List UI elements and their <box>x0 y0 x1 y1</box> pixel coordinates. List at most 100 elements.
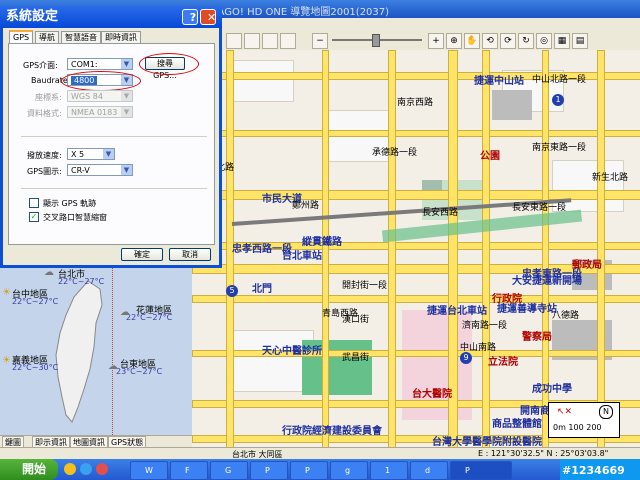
rotate-icon[interactable]: ⟲ <box>482 33 498 49</box>
quicklaunch-icon[interactable] <box>96 463 108 475</box>
label-tianxin: 天心中醫診所 <box>262 346 322 357</box>
intersection-checkbox[interactable]: ✓ <box>29 212 39 222</box>
zoom-box-icon[interactable]: ⊕ <box>446 33 462 49</box>
taskbar-item[interactable]: g <box>330 461 368 480</box>
road-h <box>192 350 640 357</box>
taskbar-item[interactable]: W <box>130 461 168 480</box>
coord-select[interactable]: WGS 84 ▼ <box>67 90 133 102</box>
taskbar-item[interactable]: P <box>290 461 328 480</box>
taskbar-item[interactable]: P <box>250 461 288 480</box>
quicklaunch-icon[interactable] <box>64 463 76 475</box>
gps-interface-value: COM1: <box>71 60 98 69</box>
weather-taichung-temp: 22°C~27°C <box>12 297 59 306</box>
weather-taipei-temp: 22°C~27°C <box>58 277 105 286</box>
chevron-down-icon: ▼ <box>121 107 132 117</box>
chevron-down-icon: ▼ <box>121 59 132 69</box>
label-zhengzhou: 鄭州路 <box>292 201 320 211</box>
intersection-checkbox-label: 交叉路口智慧縮窗 <box>43 213 107 222</box>
sun-icon: ☀ <box>2 287 11 298</box>
road-v <box>388 50 396 462</box>
chevron-down-icon: ▼ <box>121 165 132 175</box>
zoom-in-icon[interactable]: + <box>428 33 444 49</box>
label-gov-bldg: 行政院經濟建設委員會 <box>282 426 382 437</box>
pan-hand-icon[interactable]: ✋ <box>464 33 480 49</box>
system-tray[interactable]: #1234669 <box>560 459 640 480</box>
gps-display-select[interactable]: CR-V ▼ <box>67 164 133 176</box>
zoom-slider-thumb[interactable] <box>372 34 380 47</box>
cancel-button[interactable]: 取消 <box>169 248 211 261</box>
highlight-circle <box>139 53 199 75</box>
app-title: PAPAGO! HD ONE 導覽地圖2001(2037) <box>200 7 390 18</box>
grid-line <box>112 265 192 435</box>
label-jinan: 濟南路一段 <box>462 321 508 331</box>
toolbar-button-3[interactable] <box>262 33 278 49</box>
toolbar-button-2[interactable] <box>244 33 260 49</box>
label-police: 警察局 <box>522 332 552 343</box>
road-v <box>322 50 329 462</box>
label-chengde: 承德路一段 <box>372 148 418 158</box>
cloud-icon: ☁ <box>108 361 118 372</box>
label-shandao: 捷運善導寺站 <box>497 304 557 315</box>
label-bade: 八德路 <box>552 311 580 321</box>
start-button[interactable]: 開始 <box>0 459 58 480</box>
zoom-out-icon[interactable]: − <box>312 33 328 49</box>
label-railway: 縱貫鐵路 <box>302 237 342 248</box>
speed-label: 撥放速度: <box>27 151 62 160</box>
compass-icon[interactable]: N <box>599 405 613 419</box>
label-xinsheng: 新生北路 <box>592 173 629 183</box>
taskbar-item-active[interactable]: P <box>450 461 512 480</box>
label-chengkung: 成功中學 <box>532 384 572 395</box>
format-select[interactable]: NMEA 0183 ▼ <box>67 106 133 118</box>
refresh-icon[interactable]: ↻ <box>518 33 534 49</box>
track-checkbox[interactable] <box>29 198 39 208</box>
label-wuchang: 武昌街 <box>342 353 370 363</box>
label-post: 郵政局 <box>572 260 602 271</box>
label-school: 商品整體館 <box>492 419 542 430</box>
gps-interface-select[interactable]: COM1: ▼ <box>67 58 133 70</box>
system-settings-dialog: 系統設定 ? ✕ GPS 導航 智慧語音 即時資訊 GPS介面: COM1: ▼… <box>0 6 222 268</box>
label-legislative: 立法院 <box>488 357 518 368</box>
help-button[interactable]: ? <box>182 9 198 25</box>
chevron-down-icon: ▼ <box>121 91 132 101</box>
close-button[interactable]: ✕ <box>200 9 216 25</box>
speed-value: X 5 <box>71 150 85 159</box>
taskbar-item[interactable]: 1 <box>370 461 408 480</box>
quicklaunch-icon[interactable] <box>80 463 92 475</box>
format-label: 資料格式: <box>27 109 62 118</box>
ok-button[interactable]: 確定 <box>121 248 163 261</box>
label-ntu-hospital: 台大醫院 <box>412 389 452 400</box>
label-gongyuan: 公園 <box>480 151 500 162</box>
gps-display-label: GPS圖示: <box>27 167 62 176</box>
road-v <box>482 50 490 462</box>
label-beimen: 北門 <box>252 284 272 295</box>
taskbar-item[interactable]: G <box>210 461 248 480</box>
map-icon[interactable]: ▤ <box>572 33 588 49</box>
taskbar-item[interactable]: d <box>410 461 448 480</box>
scale-arrow-icon: ↖✕ <box>557 407 573 417</box>
label-hankou: 漢口街 <box>342 315 370 325</box>
route-shield: 1 <box>552 94 564 106</box>
weather-hualien-temp: 22°C~27°C <box>126 313 173 322</box>
sun-icon: ☀ <box>2 355 11 366</box>
gps-tab-panel: GPS介面: COM1: ▼ 搜尋GPS... Baudrate: 4800 ▼… <box>8 43 215 245</box>
taskbar-item[interactable]: F <box>170 461 208 480</box>
speed-select[interactable]: X 5 ▼ <box>67 148 115 160</box>
globe-icon[interactable]: ◎ <box>536 33 552 49</box>
map-block <box>232 60 294 102</box>
map-toolbar: − + ⊕ ✋ ⟲ ⟳ ↻ ◎ ▦ ▤ <box>222 30 640 51</box>
rotate-right-icon[interactable]: ⟳ <box>500 33 516 49</box>
map-scale-box: ↖✕ N 0m 100 200 <box>548 402 620 438</box>
route-shield: 5 <box>226 285 238 297</box>
road-v <box>542 50 549 462</box>
road-v <box>226 50 234 462</box>
map-view[interactable]: 捷運中山站 承德路一段 南京西路 南京東路一段 中山北路一段 長安東路一段 長安… <box>192 50 640 462</box>
format-value: NMEA 0183 <box>71 108 118 117</box>
separator <box>21 188 207 189</box>
watermark: #1234669 <box>562 464 625 477</box>
separator <box>21 136 207 137</box>
label-changan-e: 長安東路一段 <box>512 203 567 213</box>
toolbar-button-4[interactable] <box>280 33 296 49</box>
layers-icon[interactable]: ▦ <box>554 33 570 49</box>
toolbar-button-1[interactable] <box>226 33 242 49</box>
label-chengdu: 大安捷運新開場 <box>512 276 582 287</box>
